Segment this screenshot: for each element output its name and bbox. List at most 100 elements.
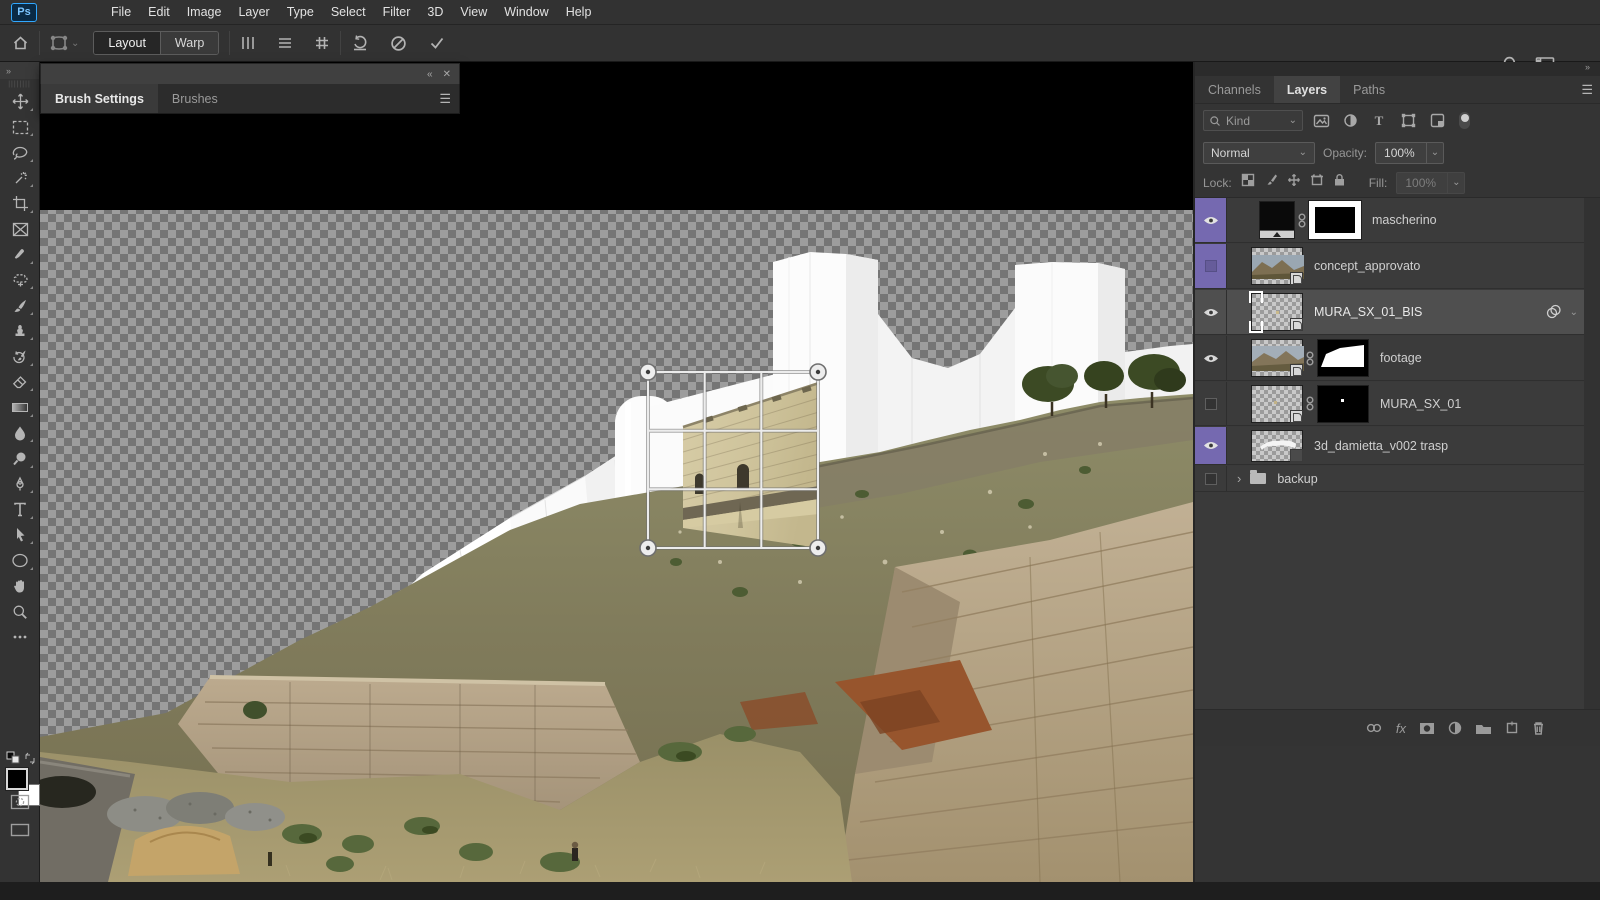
cancel-transform-icon[interactable]: [390, 35, 407, 52]
add-mask-icon[interactable]: [1419, 722, 1435, 735]
tab-brush-settings[interactable]: Brush Settings: [41, 84, 158, 113]
panel-header[interactable]: « ✕: [40, 63, 460, 84]
layer-name[interactable]: footage: [1380, 351, 1422, 365]
home-icon[interactable]: [12, 35, 29, 51]
tab-paths[interactable]: Paths: [1340, 76, 1398, 103]
document-canvas[interactable]: [40, 62, 1193, 882]
tab-channels[interactable]: Channels: [1195, 76, 1274, 103]
path-selection-tool[interactable]: [0, 523, 40, 549]
frame-tool[interactable]: [0, 217, 40, 243]
menu-edit[interactable]: Edit: [148, 5, 170, 19]
smart-object-filter-icon[interactable]: [1426, 111, 1448, 131]
layer-list-empty-area[interactable]: [1195, 492, 1584, 709]
commit-transform-icon[interactable]: [428, 35, 446, 51]
warp-mode-button[interactable]: Warp: [160, 32, 218, 54]
lock-all-icon[interactable]: [1333, 173, 1346, 192]
layer-name[interactable]: mascherino: [1372, 213, 1437, 227]
layer-name[interactable]: 3d_damietta_v002 trasp: [1314, 439, 1448, 453]
menu-layer[interactable]: Layer: [238, 5, 269, 19]
layer-thumbnail[interactable]: [1251, 339, 1303, 377]
visibility-toggle[interactable]: [1195, 244, 1227, 288]
warp-tool-icon[interactable]: ⌄: [50, 35, 79, 51]
swap-colors-icon[interactable]: [0, 750, 40, 766]
collapse-dock-icon[interactable]: »: [1195, 62, 1600, 76]
type-tool[interactable]: [0, 497, 40, 523]
collapse-panel-icon[interactable]: «: [427, 69, 433, 80]
adjustment-layer-filter-icon[interactable]: [1339, 111, 1361, 131]
menu-window[interactable]: Window: [504, 5, 548, 19]
reset-warp-icon[interactable]: [351, 34, 369, 52]
visibility-toggle[interactable]: [1195, 290, 1227, 334]
gradient-tool[interactable]: [0, 395, 40, 421]
split-warp-vertical-icon[interactable]: [240, 35, 256, 51]
magic-wand-tool[interactable]: [0, 166, 40, 192]
fill-input[interactable]: 100% ⌄: [1396, 172, 1465, 194]
lock-artboard-icon[interactable]: [1310, 173, 1324, 192]
split-warp-cross-icon[interactable]: [314, 35, 330, 51]
mask-link-icon[interactable]: [1303, 396, 1317, 411]
hand-tool[interactable]: [0, 574, 40, 600]
tab-brushes[interactable]: Brushes: [158, 84, 232, 113]
mask-link-icon[interactable]: [1295, 213, 1309, 228]
layer-style-icon[interactable]: fx: [1396, 721, 1406, 736]
link-layers-icon[interactable]: [1365, 723, 1383, 733]
visibility-toggle[interactable]: [1195, 198, 1227, 242]
tab-layers[interactable]: Layers: [1274, 76, 1340, 103]
lock-transparency-icon[interactable]: [1241, 173, 1255, 192]
layer-name[interactable]: backup: [1277, 472, 1317, 486]
panel-menu-icon[interactable]: ☰: [1581, 82, 1593, 98]
smart-filter-icon[interactable]: [1543, 304, 1563, 320]
layer-filter-kind-select[interactable]: Kind ⌄: [1203, 110, 1303, 131]
lasso-tool[interactable]: [0, 140, 40, 166]
new-layer-icon[interactable]: [1505, 721, 1519, 735]
mask-link-icon[interactable]: [1303, 351, 1317, 366]
expand-group-icon[interactable]: ›: [1237, 471, 1241, 486]
healing-patch-tool[interactable]: [0, 268, 40, 294]
collapse-toolbar-icon[interactable]: »: [0, 62, 39, 79]
menu-image[interactable]: Image: [187, 5, 222, 19]
history-brush-tool[interactable]: [0, 344, 40, 370]
adjustment-icon[interactable]: [1448, 721, 1462, 735]
lock-pixels-icon[interactable]: [1264, 173, 1278, 192]
zoom-tool[interactable]: [0, 599, 40, 625]
lock-position-icon[interactable]: [1287, 173, 1301, 192]
clone-stamp-tool[interactable]: [0, 319, 40, 345]
menu-view[interactable]: View: [460, 5, 487, 19]
rectangular-marquee-tool[interactable]: [0, 115, 40, 141]
quick-mask-mode-icon[interactable]: [0, 790, 40, 814]
layer-row-mura-sx-01-bis[interactable]: MURA_SX_01_BIS ⌄: [1195, 290, 1584, 335]
pen-tool[interactable]: [0, 472, 40, 498]
menu-filter[interactable]: Filter: [383, 5, 411, 19]
blur-tool[interactable]: [0, 421, 40, 447]
layer-mask-thumbnail[interactable]: [1309, 201, 1361, 239]
visibility-toggle[interactable]: [1195, 382, 1227, 425]
crop-tool[interactable]: [0, 191, 40, 217]
foreground-color-swatch[interactable]: [6, 768, 28, 790]
close-panel-icon[interactable]: ✕: [443, 69, 451, 80]
layer-name[interactable]: MURA_SX_01_BIS: [1314, 305, 1422, 319]
menu-select[interactable]: Select: [331, 5, 366, 19]
layer-row-footage[interactable]: footage: [1195, 336, 1584, 381]
layer-thumbnail[interactable]: [1251, 247, 1303, 285]
layer-thumbnail[interactable]: [1251, 385, 1303, 423]
layer-mask-thumbnail[interactable]: [1317, 339, 1369, 377]
shape-layer-filter-icon[interactable]: [1397, 111, 1419, 131]
pixel-layer-filter-icon[interactable]: [1310, 111, 1332, 131]
delete-layer-icon[interactable]: [1532, 721, 1545, 735]
panel-menu-icon[interactable]: ☰: [439, 91, 451, 107]
screen-mode-icon[interactable]: [0, 818, 40, 842]
blend-mode-select[interactable]: Normal ⌄: [1203, 142, 1315, 164]
visibility-toggle[interactable]: [1195, 427, 1227, 464]
layer-row-3d-damietta[interactable]: 3d_damietta_v002 trasp: [1195, 427, 1584, 465]
split-warp-horizontal-icon[interactable]: [277, 35, 293, 51]
new-group-icon[interactable]: [1475, 722, 1492, 735]
menu-3d[interactable]: 3D: [427, 5, 443, 19]
menu-file[interactable]: File: [111, 5, 131, 19]
opacity-input[interactable]: 100% ⌄: [1375, 142, 1444, 164]
layer-name[interactable]: concept_approvato: [1314, 259, 1420, 273]
ellipse-shape-tool[interactable]: [0, 548, 40, 574]
layer-row-concept-approvato[interactable]: concept_approvato: [1195, 244, 1584, 289]
type-layer-filter-icon[interactable]: T: [1368, 111, 1390, 131]
more-tools-icon[interactable]: [0, 625, 40, 651]
brush-tool[interactable]: [0, 293, 40, 319]
